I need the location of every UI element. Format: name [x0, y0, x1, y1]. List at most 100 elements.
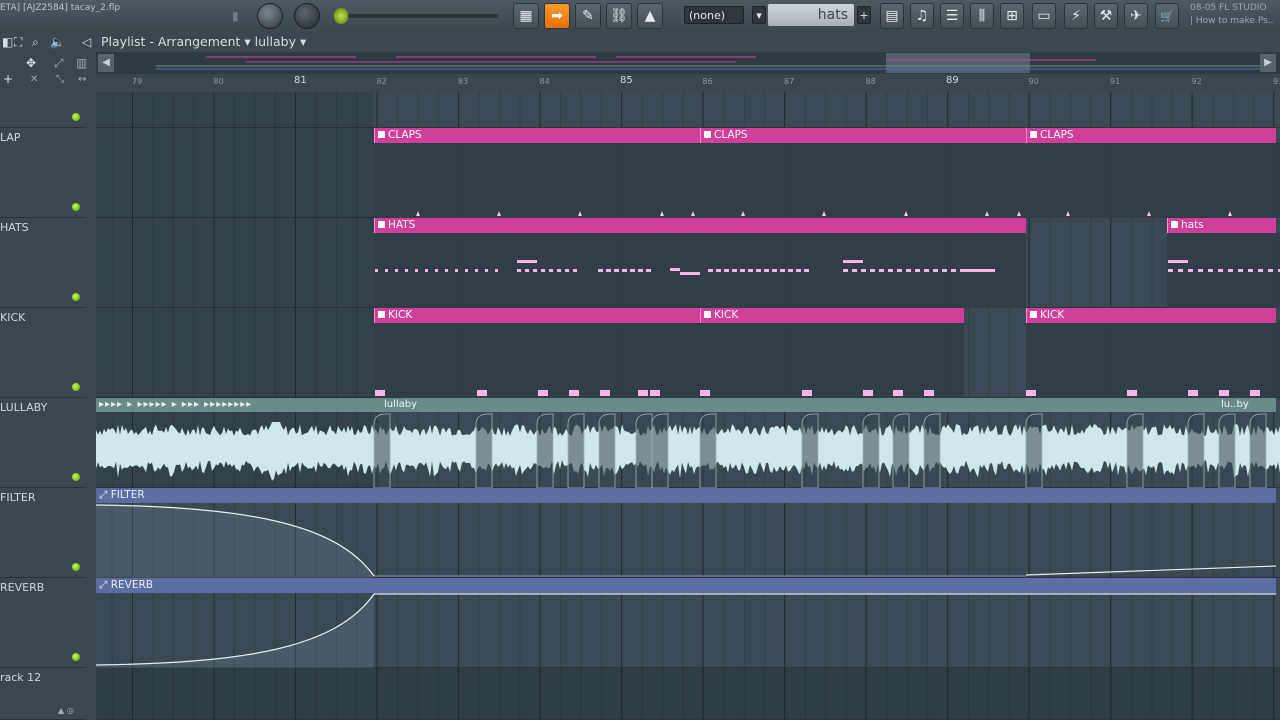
filter-automation-curve[interactable]	[96, 503, 1280, 578]
hat-note	[861, 269, 866, 272]
claps-clip[interactable]: CLAPS	[1026, 128, 1276, 143]
online-icon[interactable]: ✈	[1124, 3, 1148, 29]
hat-note	[1258, 269, 1263, 272]
track-header-filter[interactable]: FILTER	[0, 488, 86, 578]
track-menu-icon[interactable]: ▲ ◎	[58, 706, 74, 715]
fullscreen-icon[interactable]: ⛶	[14, 35, 22, 50]
channel-rack-icon[interactable]: ⊞	[1000, 3, 1024, 29]
track-led[interactable]	[72, 653, 80, 661]
close-icon[interactable]: ✕	[30, 74, 38, 85]
playlist-speaker-icon[interactable]: ◁	[82, 35, 91, 49]
search-options-icon[interactable]: ▾	[752, 6, 766, 24]
add-pattern-button[interactable]: +	[857, 6, 871, 24]
master-pitch-knob[interactable]	[294, 3, 320, 29]
move-tool-icon[interactable]: ✥	[26, 56, 36, 70]
track-header-claps[interactable]: LAP	[0, 128, 86, 218]
playlist-window-icon[interactable]: ▤	[880, 3, 904, 29]
hat-note	[748, 269, 753, 272]
lane-empty[interactable]	[96, 668, 1280, 720]
timeline-ruler[interactable]	[96, 74, 1280, 93]
lullaby-clip-header[interactable]: ▸▸▸▸ ▸ ▸▸▸▸▸ ▸ ▸▸▸ ▸▸▸▸▸▸▸▸	[96, 398, 1276, 412]
master-volume-knob[interactable]	[257, 3, 283, 29]
kick-clip-body[interactable]	[374, 322, 964, 398]
kick-clip[interactable]: KICK	[1026, 308, 1276, 323]
expand-icon[interactable]: ↔	[78, 74, 86, 85]
hat-note	[897, 269, 902, 272]
playlist-title-text: Playlist - Arrangement	[101, 34, 241, 49]
claps-clip[interactable]: CLAPS	[374, 128, 700, 143]
reverb-automation-curve[interactable]	[96, 593, 1280, 668]
hats-clip-body[interactable]	[1167, 232, 1280, 308]
hint-panel: 08-05 FL STUDIO | How to make Ps..	[1190, 2, 1274, 28]
hat-note	[565, 269, 569, 272]
hat-note	[924, 269, 929, 272]
hat-note	[788, 269, 793, 272]
cart-icon[interactable]: 🛒	[1155, 3, 1179, 29]
hat-note	[933, 269, 938, 272]
mixer-window-icon[interactable]: ⫼	[970, 3, 994, 29]
add-track-icon[interactable]: +	[3, 72, 13, 86]
paint-tool-icon[interactable]: ✎	[575, 3, 601, 29]
hat-note	[843, 260, 863, 263]
kick-clip[interactable]: KICK	[700, 308, 964, 323]
clap-note	[741, 211, 745, 216]
track-header-kick[interactable]: KICK	[0, 308, 86, 398]
track-led[interactable]	[72, 383, 80, 391]
browser-window-icon[interactable]: ☰	[940, 3, 964, 29]
hats-clip[interactable]: hats	[1167, 218, 1276, 233]
link-tool-icon[interactable]: ⛓	[606, 3, 632, 29]
hats-clip[interactable]: HATS	[374, 218, 1026, 233]
filter-automation-clip[interactable]: ⤢ FILTER	[96, 488, 1276, 503]
snap-icon[interactable]: ◧	[2, 35, 13, 49]
hat-note	[495, 269, 498, 272]
scroll-right-icon[interactable]: ▶	[1260, 54, 1276, 72]
project-icon[interactable]: ▭	[1032, 3, 1056, 29]
hat-note	[614, 269, 619, 272]
track-led[interactable]	[72, 563, 80, 571]
hat-note	[764, 269, 769, 272]
arrow-tool-icon[interactable]: ➡	[544, 3, 570, 29]
lock-icon[interactable]: ▮	[232, 9, 239, 23]
piano-roll-window-icon[interactable]: ♫	[910, 3, 934, 29]
overview-minimap	[156, 53, 1276, 73]
tools-icon[interactable]: ⚒	[1094, 3, 1118, 29]
arrangement-overview[interactable]	[96, 52, 1280, 75]
master-slider-thumb[interactable]	[334, 8, 348, 24]
track-led[interactable]	[72, 473, 80, 481]
piano-roll-icon[interactable]: ▦	[513, 3, 539, 29]
hat-note	[1228, 269, 1233, 272]
track-header-lullaby[interactable]: LULLABY	[0, 398, 86, 488]
grid-icon[interactable]: ▥	[76, 56, 87, 70]
hat-note	[533, 269, 537, 272]
kick-note	[375, 390, 385, 396]
track-header-empty[interactable]: rack 12 ▲ ◎	[0, 668, 86, 720]
master-slider-track[interactable]	[348, 14, 498, 18]
bar-number: 86	[702, 77, 713, 86]
pattern-select[interactable]: (none)	[684, 6, 744, 24]
lullaby-waveform[interactable]	[96, 412, 1280, 488]
track-led[interactable]	[72, 293, 80, 301]
stamp-tool-icon[interactable]: ▲	[637, 3, 663, 29]
playlist-title[interactable]: Playlist - Arrangement ▾ lullaby ▾	[101, 34, 306, 49]
scroll-left-icon[interactable]: ◀	[98, 54, 114, 72]
kick-note	[638, 390, 648, 396]
claps-clip[interactable]: CLAPS	[700, 128, 1026, 143]
shrink-icon[interactable]: ⤡	[56, 74, 64, 85]
zoom-icon[interactable]: ⌕	[32, 35, 39, 50]
arrangement-name[interactable]: lullaby	[255, 34, 296, 49]
kick-clip[interactable]: KICK	[374, 308, 700, 323]
track-header-hats[interactable]: HATS	[0, 218, 86, 308]
hat-note	[549, 269, 553, 272]
track-led[interactable]	[72, 203, 80, 211]
search-input[interactable]: hats	[768, 4, 854, 26]
hat-note	[965, 269, 995, 272]
track-header-reverb[interactable]: REVERB	[0, 578, 86, 668]
draw-tool-icon[interactable]: ⤢	[54, 56, 64, 71]
kick-clip-body[interactable]	[1026, 322, 1280, 398]
track-led[interactable]	[72, 113, 80, 121]
speaker-icon[interactable]: 🔈	[50, 35, 65, 49]
hat-note	[804, 269, 809, 272]
plugin-icon[interactable]: ⚡	[1064, 3, 1088, 29]
claps-clip-body[interactable]	[374, 142, 1280, 218]
reverb-automation-clip[interactable]: ⤢ REVERB	[96, 578, 1276, 593]
